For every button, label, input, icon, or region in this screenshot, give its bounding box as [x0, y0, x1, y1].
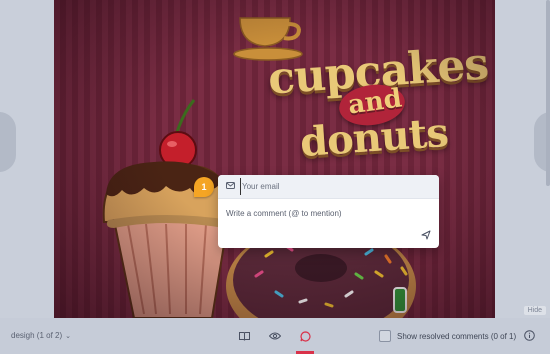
book-icon[interactable] — [237, 329, 251, 343]
show-resolved-toggle[interactable]: Show resolved comments (0 of 1) — [379, 330, 516, 342]
show-resolved-label: Show resolved comments (0 of 1) — [397, 331, 517, 341]
comment-pin[interactable]: 1 — [194, 177, 214, 197]
comment-icon[interactable] — [298, 329, 312, 343]
previous-page-button[interactable] — [0, 112, 16, 172]
page-selector[interactable]: desigh (1 of 2) ⌄ — [11, 331, 71, 340]
info-icon[interactable] — [524, 330, 535, 341]
comment-field[interactable] — [226, 205, 426, 221]
artboard-vignette — [54, 0, 495, 318]
page-select-label: desigh (1 of 2) — [11, 331, 63, 340]
design-artboard[interactable]: cupcakes and donuts — [54, 0, 495, 318]
bottom-toolbar: desigh (1 of 2) ⌄ Show resolved comments … — [0, 318, 550, 354]
chevron-down-icon: ⌄ — [65, 333, 72, 340]
eye-icon[interactable] — [268, 329, 282, 343]
mail-icon — [226, 182, 235, 189]
email-row — [218, 175, 439, 199]
show-resolved-checkbox[interactable] — [379, 330, 391, 342]
scrollbar[interactable] — [546, 0, 550, 186]
hide-button[interactable]: Hide — [523, 306, 546, 315]
send-icon[interactable] — [421, 230, 431, 240]
comment-form — [218, 175, 439, 248]
design-viewer: cupcakes and donuts — [0, 0, 550, 318]
email-field[interactable] — [240, 178, 432, 195]
